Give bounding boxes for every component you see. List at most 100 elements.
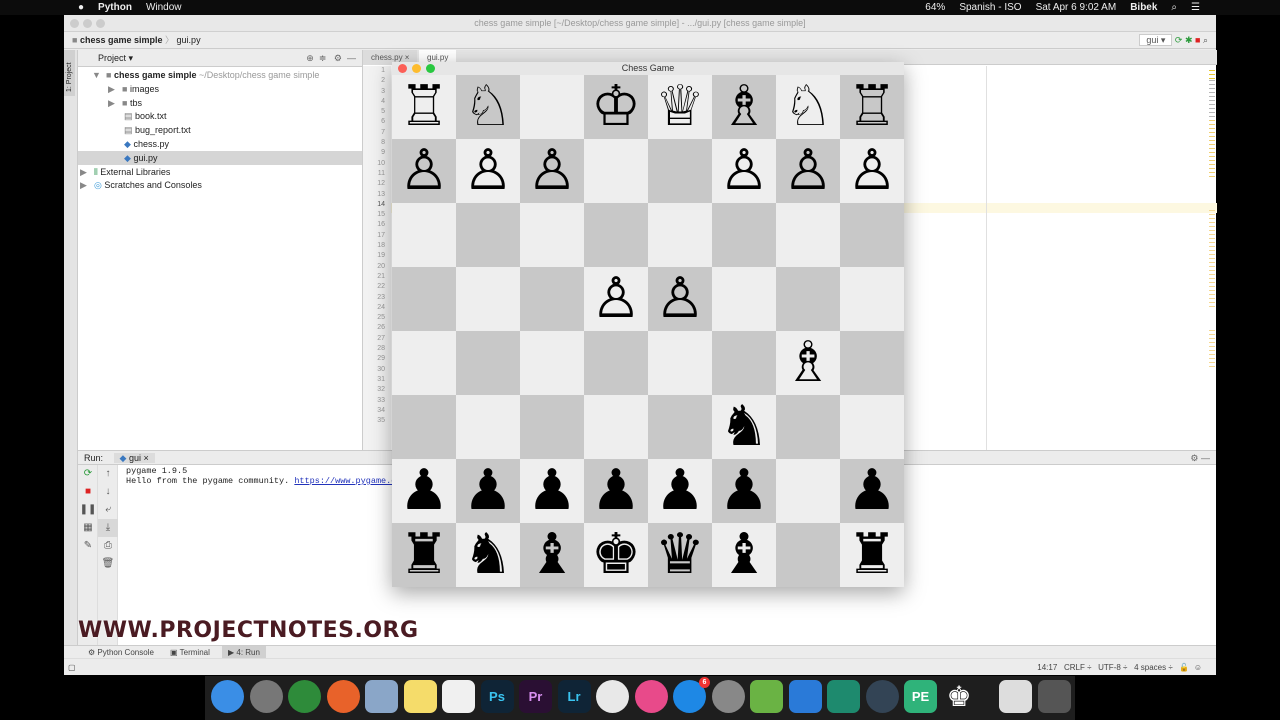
console-output[interactable]: pygame 1.9.5 Hello from the pygame commun… xyxy=(126,466,412,486)
black-bishop-icon[interactable]: ♝ xyxy=(719,523,769,587)
chevron-right-icon[interactable]: ▶ xyxy=(80,165,87,179)
scroll-to-end-icon[interactable]: ⤓ xyxy=(98,519,118,537)
arrow-down-icon[interactable]: ↓ xyxy=(98,483,118,501)
white-pawn-icon[interactable]: ♙ xyxy=(527,139,577,203)
zoom-button[interactable] xyxy=(426,64,435,73)
board-square[interactable] xyxy=(840,331,904,395)
board-square[interactable] xyxy=(584,203,648,267)
black-knight-icon[interactable]: ♞ xyxy=(719,395,769,459)
stop-icon[interactable]: ■ xyxy=(78,483,98,501)
white-pawn-icon[interactable]: ♙ xyxy=(783,139,833,203)
board-square[interactable] xyxy=(392,203,456,267)
board-square[interactable] xyxy=(520,203,584,267)
board-square[interactable] xyxy=(840,267,904,331)
board-square[interactable]: ♕ xyxy=(648,75,712,139)
file-encoding[interactable]: UTF-8 ÷ xyxy=(1098,663,1127,672)
black-pawn-icon[interactable]: ♟ xyxy=(847,459,897,523)
project-view-select[interactable]: Project ▾ xyxy=(98,53,133,63)
board-square[interactable] xyxy=(520,267,584,331)
board-square[interactable]: ♙ xyxy=(648,267,712,331)
minimize-button[interactable] xyxy=(412,64,421,73)
white-pawn-icon[interactable]: ♙ xyxy=(655,267,705,331)
arrow-up-icon[interactable]: ↑ xyxy=(98,465,118,483)
black-pawn-icon[interactable]: ♟ xyxy=(655,459,705,523)
chevron-right-icon[interactable]: ▶ xyxy=(108,82,115,96)
dock-app-store-icon[interactable]: 6 xyxy=(673,677,710,713)
board-square[interactable]: ♙ xyxy=(584,267,648,331)
board-square[interactable] xyxy=(648,139,712,203)
input-source[interactable]: Spanish - ISO xyxy=(959,2,1021,13)
black-knight-icon[interactable]: ♞ xyxy=(463,523,513,587)
dock-xcode-icon[interactable] xyxy=(788,680,822,713)
board-square[interactable]: ♙ xyxy=(712,139,776,203)
board-square[interactable]: ♟ xyxy=(712,459,776,523)
search-icon[interactable]: ⌕ xyxy=(1203,35,1208,45)
stop-icon[interactable]: ■ xyxy=(1195,35,1200,45)
board-square[interactable] xyxy=(840,203,904,267)
tree-item[interactable]: ▶ ■ images xyxy=(78,82,362,96)
tree-item[interactable]: ◆ gui.py xyxy=(78,150,362,165)
chevron-down-icon[interactable]: ▼ xyxy=(92,68,101,82)
breadcrumb-project[interactable]: chess game simple xyxy=(80,35,163,45)
board-square[interactable] xyxy=(776,203,840,267)
white-pawn-icon[interactable]: ♙ xyxy=(847,139,897,203)
black-pawn-icon[interactable]: ♟ xyxy=(591,459,641,523)
dock-system-preferences-icon[interactable] xyxy=(711,680,745,713)
dock-pycharm-edu-icon[interactable]: PE xyxy=(904,680,937,713)
gear-icon[interactable]: ⚙ xyxy=(334,53,342,63)
pin-icon[interactable]: ✎ xyxy=(78,537,98,555)
white-rook-icon[interactable]: ♖ xyxy=(847,75,897,139)
board-square[interactable] xyxy=(456,203,520,267)
white-knight-icon[interactable]: ♘ xyxy=(463,75,513,139)
run-tab-gui[interactable]: ◆ gui × xyxy=(113,453,155,463)
board-square[interactable] xyxy=(776,267,840,331)
line-separator[interactable]: CRLF ÷ xyxy=(1064,663,1092,672)
debug-icon[interactable]: ✱ xyxy=(1185,35,1193,45)
board-square[interactable]: ♟ xyxy=(392,459,456,523)
board-square[interactable]: ♟ xyxy=(648,459,712,523)
board-square[interactable]: ♖ xyxy=(392,75,456,139)
dock-dashlane-icon[interactable] xyxy=(827,680,860,713)
black-pawn-icon[interactable]: ♟ xyxy=(463,459,513,523)
board-square[interactable]: ♟ xyxy=(840,459,904,523)
board-square[interactable]: ♛ xyxy=(648,523,712,587)
black-rook-icon[interactable]: ♜ xyxy=(847,523,897,587)
hide-icon[interactable]: — xyxy=(1201,453,1210,463)
board-square[interactable] xyxy=(776,523,840,587)
chevron-right-icon[interactable]: ▶ xyxy=(80,178,87,192)
board-square[interactable] xyxy=(776,459,840,523)
board-square[interactable] xyxy=(840,395,904,459)
print-icon[interactable]: ⎙ xyxy=(98,537,118,555)
board-square[interactable]: ♙ xyxy=(392,139,456,203)
rerun-icon[interactable]: ⟳ xyxy=(1175,35,1183,45)
close-button[interactable] xyxy=(398,64,407,73)
board-square[interactable] xyxy=(392,267,456,331)
minimize-button[interactable] xyxy=(83,19,92,28)
black-bishop-icon[interactable]: ♝ xyxy=(527,523,577,587)
zoom-button[interactable] xyxy=(96,19,105,28)
white-bishop-icon[interactable]: ♗ xyxy=(783,331,833,395)
battery-level[interactable]: 64% xyxy=(925,2,945,13)
dock-preview-window-icon[interactable] xyxy=(999,680,1032,713)
white-pawn-icon[interactable]: ♙ xyxy=(719,139,769,203)
inspector-icon[interactable]: ☺ xyxy=(1194,663,1202,672)
tree-item[interactable]: ▶ ◎ Scratches and Consoles xyxy=(78,178,362,192)
dock-quicktime-icon[interactable] xyxy=(865,680,899,713)
board-square[interactable]: ♝ xyxy=(520,523,584,587)
gear-icon[interactable]: ⚙ xyxy=(1190,453,1198,463)
pause-icon[interactable]: ❚❚ xyxy=(78,501,98,519)
white-pawn-icon[interactable]: ♙ xyxy=(591,267,641,331)
dock-itunes-icon[interactable] xyxy=(634,680,668,713)
board-square[interactable]: ♖ xyxy=(840,75,904,139)
board-square[interactable]: ♞ xyxy=(712,395,776,459)
dock-mail-icon[interactable] xyxy=(365,680,398,713)
board-square[interactable]: ♗ xyxy=(712,75,776,139)
board-square[interactable] xyxy=(392,331,456,395)
black-pawn-icon[interactable]: ♟ xyxy=(399,459,449,523)
black-king-icon[interactable]: ♚ xyxy=(591,523,641,587)
board-square[interactable]: ♜ xyxy=(392,523,456,587)
dock-photoshop-icon[interactable]: Ps xyxy=(480,680,514,713)
board-square[interactable] xyxy=(712,331,776,395)
board-square[interactable]: ♙ xyxy=(776,139,840,203)
board-square[interactable] xyxy=(712,267,776,331)
